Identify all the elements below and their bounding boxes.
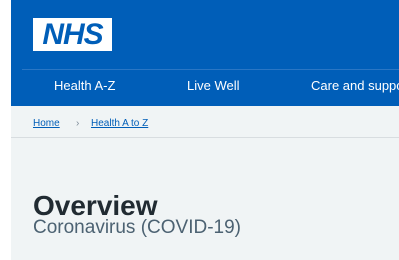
left-edge [0,0,11,260]
breadcrumb-home-link[interactable]: Home [33,118,60,129]
page: NHS Health A-Z Live Well Care and suppor… [0,0,399,260]
page-title: Overview [33,189,158,221]
nav-item-care-and-support[interactable]: Care and support [311,78,399,93]
page-subtitle: Coronavirus (COVID-19) [33,217,241,238]
nav-item-health-a-z[interactable]: Health A-Z [54,78,115,93]
breadcrumb: Home › Health A to Z [11,106,399,138]
nhs-logo-text: NHS [42,17,103,51]
site-header: NHS Health A-Z Live Well Care and suppor… [11,0,399,106]
nhs-logo[interactable]: NHS [33,18,112,51]
breadcrumb-health-a-to-z-link[interactable]: Health A to Z [91,118,148,129]
nav-item-live-well[interactable]: Live Well [187,78,240,93]
page-content: Overview Coronavirus (COVID-19) [11,138,399,260]
breadcrumb-separator-icon: › [76,118,80,129]
nav-divider [22,69,399,70]
